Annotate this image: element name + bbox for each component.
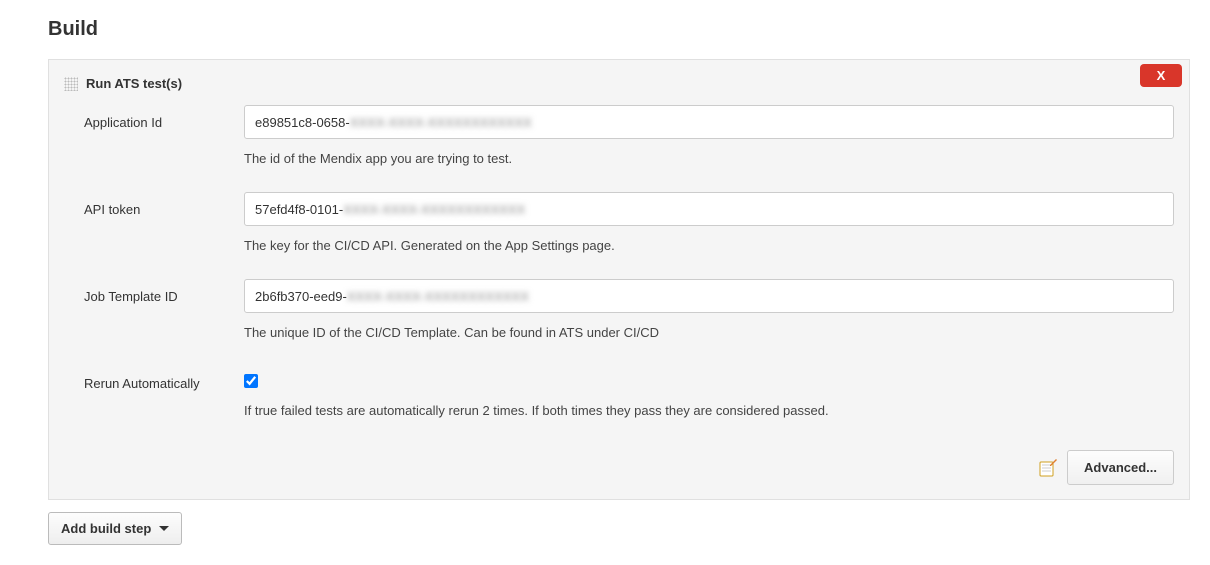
drag-handle-icon[interactable] xyxy=(64,77,78,91)
notepad-icon xyxy=(1039,459,1057,477)
form-row-application-id: Application Id e89851c8-0658-XXXX-XXXX-X… xyxy=(64,105,1174,186)
chevron-down-icon xyxy=(159,526,169,531)
advanced-row: Advanced... xyxy=(1039,450,1174,485)
api-token-help: The key for the CI/CD API. Generated on … xyxy=(244,226,1174,273)
rerun-automatically-checkbox[interactable] xyxy=(244,374,258,388)
job-template-id-value-visible: 2b6fb370-eed9- xyxy=(255,289,347,304)
advanced-button[interactable]: Advanced... xyxy=(1067,450,1174,485)
job-template-id-help: The unique ID of the CI/CD Template. Can… xyxy=(244,313,1174,360)
form-row-job-template-id: Job Template ID 2b6fb370-eed9-XXXX-XXXX-… xyxy=(64,279,1174,360)
rerun-automatically-help: If true failed tests are automatically r… xyxy=(244,391,1174,438)
build-step-run-ats: X Run ATS test(s) Application Id e89851c… xyxy=(48,59,1190,500)
api-token-label: API token xyxy=(84,192,244,217)
application-id-label: Application Id xyxy=(84,105,244,130)
close-button[interactable]: X xyxy=(1140,64,1182,87)
step-title: Run ATS test(s) xyxy=(86,76,182,91)
add-build-step-label: Add build step xyxy=(61,521,151,536)
form-row-rerun-automatically: Rerun Automatically If true failed tests… xyxy=(64,366,1174,438)
application-id-input[interactable]: e89851c8-0658-XXXX-XXXX-XXXXXXXXXXXX xyxy=(244,105,1174,139)
job-template-id-label: Job Template ID xyxy=(84,279,244,304)
application-id-value-visible: e89851c8-0658- xyxy=(255,115,350,130)
api-token-value-blurred: XXXX-XXXX-XXXXXXXXXXXX xyxy=(343,202,525,217)
step-header: Run ATS test(s) xyxy=(64,70,1174,105)
job-template-id-value-blurred: XXXX-XXXX-XXXXXXXXXXXX xyxy=(347,289,529,304)
api-token-value-visible: 57efd4f8-0101- xyxy=(255,202,343,217)
add-build-step-button[interactable]: Add build step xyxy=(48,512,182,545)
application-id-value-blurred: XXXX-XXXX-XXXXXXXXXXXX xyxy=(350,115,532,130)
api-token-input[interactable]: 57efd4f8-0101-XXXX-XXXX-XXXXXXXXXXXX xyxy=(244,192,1174,226)
rerun-automatically-label: Rerun Automatically xyxy=(84,366,244,391)
section-title: Build xyxy=(20,0,1190,59)
job-template-id-input[interactable]: 2b6fb370-eed9-XXXX-XXXX-XXXXXXXXXXXX xyxy=(244,279,1174,313)
application-id-help: The id of the Mendix app you are trying … xyxy=(244,139,1174,186)
form-row-api-token: API token 57efd4f8-0101-XXXX-XXXX-XXXXXX… xyxy=(64,192,1174,273)
